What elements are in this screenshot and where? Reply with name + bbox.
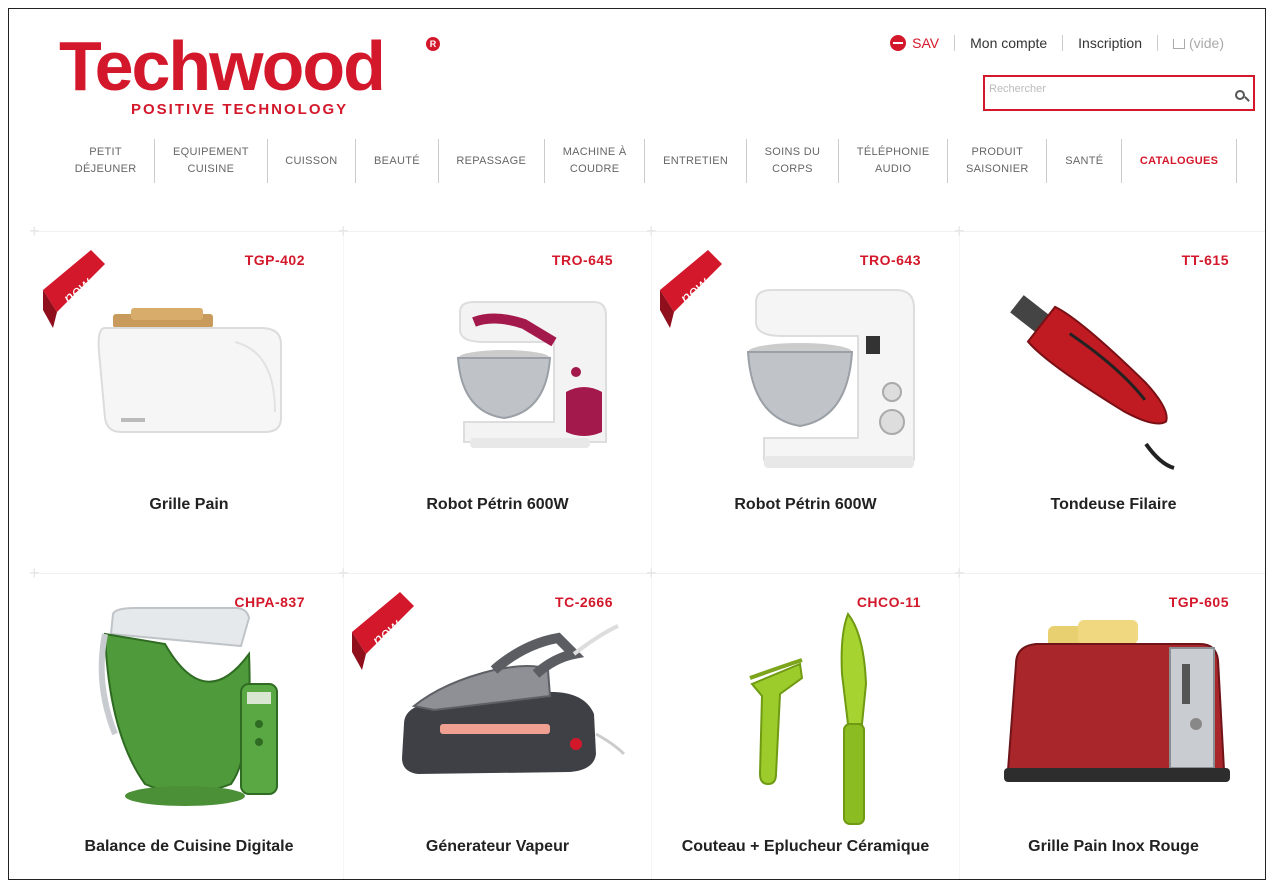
product-name: Couteau + Eplucheur Céramique	[681, 838, 930, 855]
cart-status: (vide)	[1188, 35, 1224, 51]
product-card[interactable]: new TGP-402 Grille Pain	[29, 221, 343, 573]
nav-item-produit-saisonier[interactable]: PRODUIT SAISONIER	[948, 139, 1048, 183]
cart-link[interactable]: (vide)	[1156, 35, 1239, 51]
page-frame: Techwood R POSITIVE TECHNOLOGY SAV Mon c…	[8, 8, 1266, 880]
product-card[interactable]: new TC-2666 Génerateur Vapeur	[338, 563, 651, 879]
stand-mixer-icon	[746, 289, 915, 468]
basket-icon	[1172, 39, 1185, 49]
search-input[interactable]	[989, 79, 1219, 99]
toaster-icon	[97, 308, 282, 433]
product-name: Robot Pétrin 600W	[426, 496, 569, 513]
product-card[interactable]: CHCO-11 Couteau + Eplucheur Céramique	[646, 563, 959, 879]
nav-item-repassage[interactable]: REPASSAGE	[439, 139, 545, 183]
account-link[interactable]: Mon compte	[954, 35, 1062, 51]
sav-link[interactable]: SAV	[875, 35, 954, 51]
product-name: Grille Pain	[149, 496, 229, 513]
product-grid: new TGP-402 Grille Pain TRO-645	[29, 221, 1265, 879]
product-card[interactable]: TRO-645 Robot Pétrin 600W	[338, 221, 651, 573]
product-card[interactable]: TGP-605 Grille Pain Inox Rouge	[954, 563, 1265, 879]
nav-item-beaute[interactable]: BEAUTÉ	[356, 139, 439, 183]
nav-item-equipement-cuisine[interactable]: EQUIPEMENT CUISINE	[155, 139, 268, 183]
hair-clipper-icon	[1010, 295, 1175, 470]
nav-item-catalogues[interactable]: CATALOGUES	[1122, 139, 1238, 183]
product-card[interactable]: CHPA-837 Balance de Cuisine Digitale	[29, 563, 343, 879]
sav-label: SAV	[912, 35, 940, 51]
kitchen-scale-icon	[98, 607, 278, 806]
stand-mixer-icon	[456, 301, 607, 448]
product-name: Robot Pétrin 600W	[734, 496, 877, 513]
search-icon[interactable]	[1235, 90, 1245, 100]
product-row: CHPA-837 Balance de Cuisine Digitale	[29, 563, 1265, 879]
product-card[interactable]: TT-615 Tondeuse Filaire	[954, 221, 1265, 573]
nav-item-entretien[interactable]: ENTRETIEN	[645, 139, 747, 183]
product-name: Tondeuse Filaire	[1050, 496, 1177, 513]
nav-item-sante[interactable]: SANTÉ	[1047, 139, 1123, 183]
product-name: Génerateur Vapeur	[425, 838, 570, 855]
nav-item-cuisson[interactable]: CUISSON	[268, 139, 357, 183]
nav-item-soins-du-corps[interactable]: SOINS DU CORPS	[747, 139, 840, 183]
product-name: Grille Pain Inox Rouge	[1028, 838, 1199, 855]
logo-wordmark: Techwood	[59, 27, 386, 105]
site-logo[interactable]: Techwood R POSITIVE TECHNOLOGY	[59, 27, 440, 118]
steam-iron-icon	[402, 624, 626, 774]
product-row: new TGP-402 Grille Pain TRO-645	[29, 221, 1265, 573]
knife-peeler-icon	[749, 612, 868, 825]
signup-link[interactable]: Inscription	[1062, 35, 1157, 51]
registered-mark: R	[426, 37, 440, 51]
logo-tagline: POSITIVE TECHNOLOGY	[131, 101, 349, 118]
sav-icon	[890, 35, 907, 51]
red-toaster-icon	[1004, 620, 1230, 782]
main-nav: PETIT DÉJEUNER EQUIPEMENT CUISINE CUISSO…	[57, 139, 1238, 183]
nav-item-machine-a-coudre[interactable]: MACHINE À COUDRE	[545, 139, 646, 183]
top-links: SAV Mon compte Inscription (vide)	[875, 33, 1239, 53]
nav-item-telephonie-audio[interactable]: TÉLÉPHONIE AUDIO	[839, 139, 949, 183]
search-box	[983, 75, 1255, 111]
product-name: Balance de Cuisine Digitale	[84, 838, 294, 855]
nav-item-petit-dejeuner[interactable]: PETIT DÉJEUNER	[57, 139, 156, 183]
product-card[interactable]: new TRO-643 Robot Pétrin 600W	[646, 221, 959, 573]
